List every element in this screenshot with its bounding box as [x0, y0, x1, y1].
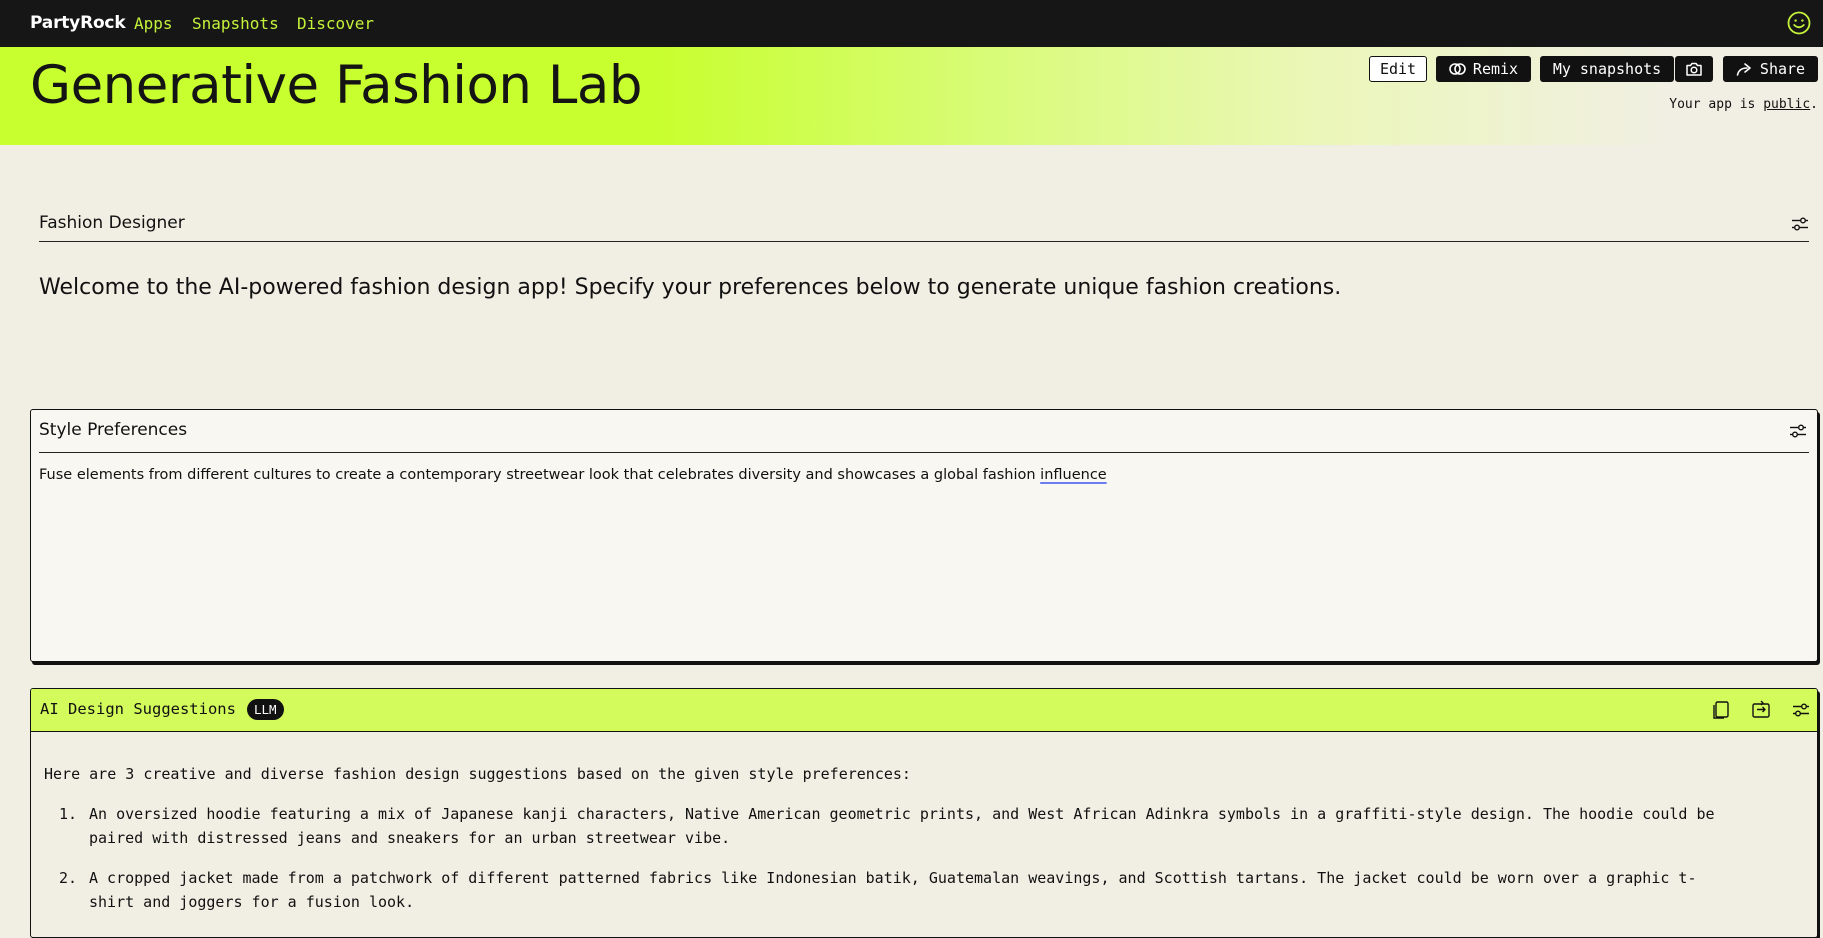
camera-icon [1686, 62, 1702, 76]
list-item-number: 1. [59, 805, 78, 823]
share-button-label: Share [1759, 60, 1806, 78]
app-header: Generative Fashion Lab Edit Remix My sna… [0, 47, 1823, 145]
fashion-designer-header: Fashion Designer [39, 207, 1809, 242]
list-item-line: shirt and joggers for a fusion look. [89, 893, 415, 911]
app-title: Generative Fashion Lab [30, 55, 643, 116]
welcome-message: Welcome to the AI-powered fashion design… [39, 275, 1342, 300]
my-snapshots-button-label: My snapshots [1552, 60, 1662, 78]
list-item-line: paired with distressed jeans and sneaker… [89, 829, 731, 847]
retry-icon[interactable] [1751, 700, 1771, 720]
settings-sliders-icon[interactable] [1791, 700, 1811, 720]
style-preferences-header: Style Preferences [39, 410, 1809, 453]
share-arrow-icon [1736, 63, 1751, 76]
list-item-line: A cropped jacket made from a patchwork o… [89, 869, 1697, 887]
ai-suggestions-output: Here are 3 creative and diverse fashion … [44, 762, 1804, 930]
brand-logo[interactable]: PartyRock [30, 13, 126, 33]
my-snapshots-button[interactable]: My snapshots [1540, 56, 1674, 82]
settings-sliders-icon[interactable] [1791, 215, 1809, 233]
user-avatar-smiley-icon[interactable] [1787, 11, 1811, 35]
ai-design-suggestions-header: AI Design Suggestions LLM [31, 689, 1817, 732]
ai-design-suggestions-title: AI Design Suggestions [40, 700, 236, 718]
spellcheck-word: influence [1040, 467, 1107, 483]
visibility-suffix: . [1810, 97, 1818, 112]
take-snapshot-button[interactable] [1675, 56, 1713, 82]
remix-icon [1449, 63, 1466, 75]
nav-link-discover[interactable]: Discover [297, 14, 374, 33]
public-link[interactable]: public [1763, 97, 1810, 112]
fashion-designer-title: Fashion Designer [39, 213, 185, 233]
copy-icon[interactable] [1711, 700, 1731, 720]
style-preferences-input[interactable]: Fuse elements from different cultures to… [39, 467, 1107, 483]
style-preferences-text: Fuse elements from different cultures to… [39, 467, 1041, 483]
app-visibility-note: Your app is public. [1669, 97, 1818, 112]
llm-badge: LLM [247, 699, 284, 720]
visibility-prefix: Your app is [1669, 97, 1756, 112]
nav-link-apps[interactable]: Apps [134, 14, 173, 33]
ai-intro-text: Here are 3 creative and diverse fashion … [44, 765, 911, 783]
ai-design-suggestions-card: AI Design Suggestions LLM Here are 3 cre… [30, 688, 1818, 938]
style-preferences-title: Style Preferences [39, 420, 188, 440]
settings-sliders-icon[interactable] [1789, 422, 1807, 440]
share-button[interactable]: Share [1723, 56, 1818, 82]
nav-link-snapshots[interactable]: Snapshots [192, 14, 279, 33]
edit-button[interactable]: Edit [1369, 56, 1427, 82]
list-item-number: 2. [59, 869, 78, 887]
suggestions-list: 1. An oversized hoodie featuring a mix o… [44, 802, 1804, 914]
list-item-line: An oversized hoodie featuring a mix of J… [89, 805, 1715, 823]
list-item: 1. An oversized hoodie featuring a mix o… [59, 802, 1804, 850]
list-item: 2. A cropped jacket made from a patchwor… [59, 866, 1804, 914]
edit-button-label: Edit [1379, 60, 1417, 78]
top-nav-bar: PartyRock Apps Snapshots Discover [0, 0, 1823, 47]
remix-button-label: Remix [1472, 60, 1519, 78]
remix-button[interactable]: Remix [1436, 56, 1531, 82]
style-preferences-card[interactable]: Style Preferences Fuse elements from dif… [30, 409, 1818, 662]
